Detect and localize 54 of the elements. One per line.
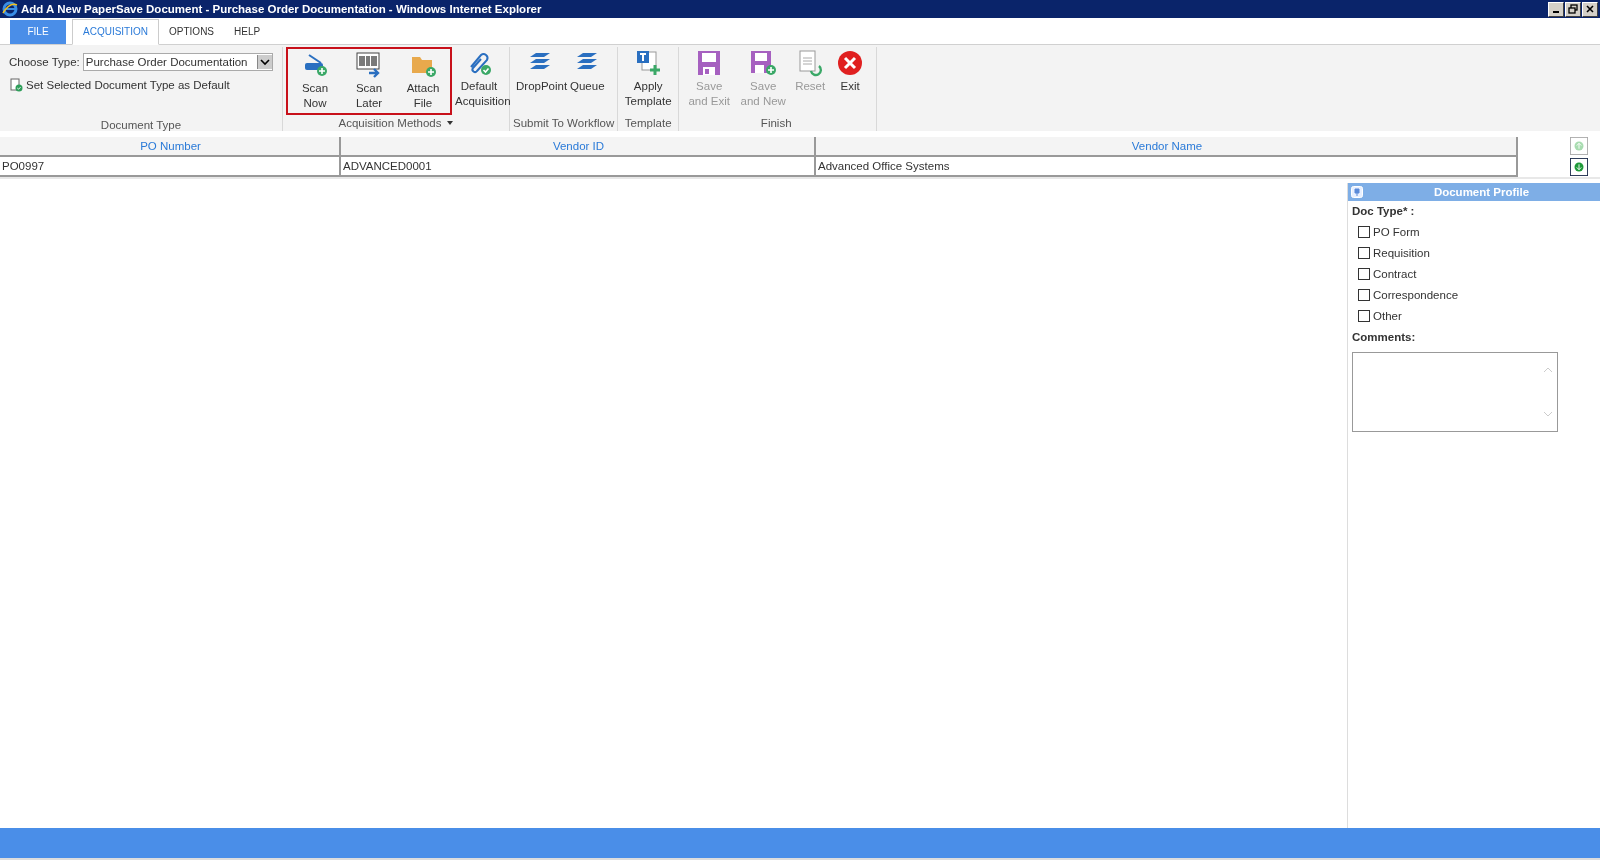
close-circle-icon — [836, 49, 865, 77]
checkbox-label: Requisition — [1373, 247, 1430, 259]
restore-icon — [1568, 4, 1578, 14]
comments-label: Comments: — [1352, 331, 1417, 343]
group-label: Document Type — [99, 119, 183, 131]
choose-type-label: Choose Type: — [9, 56, 80, 68]
ribbon-button[interactable]: Attach File — [396, 49, 450, 113]
set-default-link[interactable]: Set Selected Document Type as Default — [26, 79, 230, 91]
ribbon-button[interactable]: Scan Now — [288, 49, 342, 113]
checkbox-label: PO Form — [1373, 226, 1420, 238]
browser-logo-icon — [2, 1, 18, 17]
restore-button[interactable] — [1565, 1, 1581, 17]
doc-type-label: Doc Type* : — [1352, 205, 1416, 217]
pin-icon[interactable] — [1351, 186, 1363, 198]
column-header[interactable]: PO Number — [0, 137, 341, 155]
checkbox-label: Contract — [1373, 268, 1417, 280]
checkbox-label: Correspondence — [1373, 289, 1459, 301]
document-type-dropdown[interactable]: Purchase Order Documentation — [82, 53, 273, 71]
group-label: Finish — [760, 117, 792, 129]
move-down-button[interactable] — [1570, 158, 1588, 176]
group-label: Template — [624, 117, 672, 129]
checkbox[interactable] — [1358, 289, 1370, 301]
document-check-icon — [9, 78, 23, 92]
minimize-button[interactable] — [1548, 1, 1564, 17]
checkbox-label: Other — [1373, 310, 1402, 322]
checkbox[interactable] — [1358, 310, 1370, 322]
ribbon-button[interactable]: Exit — [830, 47, 871, 111]
table-cell: PO0997 — [0, 157, 341, 175]
group-label: Submit To Workflow — [513, 117, 615, 129]
group-label: Acquisition Methods — [338, 117, 442, 129]
panel-title: Document Profile — [1432, 186, 1531, 198]
checkbox[interactable] — [1358, 226, 1370, 238]
minimize-icon — [1553, 11, 1559, 13]
table-cell: ADVANCED0001 — [341, 157, 816, 175]
ribbon-button[interactable]: Apply Template — [621, 47, 676, 111]
close-button[interactable] — [1582, 1, 1598, 17]
ribbon-tab[interactable]: HELP — [224, 20, 271, 44]
column-header[interactable]: Vendor Name — [816, 137, 1518, 155]
ribbon-button[interactable]: DropPoint — [513, 47, 567, 96]
column-header[interactable]: Vendor ID — [341, 137, 816, 155]
template-icon — [634, 49, 663, 77]
barcode-icon — [355, 51, 383, 79]
close-icon — [1585, 4, 1595, 14]
floppy-disk-plus-icon — [749, 49, 778, 77]
ribbon-button[interactable]: Queue — [567, 47, 608, 96]
ribbon-tab[interactable]: OPTIONS — [159, 20, 225, 44]
window-title: Add A New PaperSave Document - Purchase Order Documentation - Windows Internet Explorer — [21, 3, 543, 15]
checkbox[interactable] — [1358, 247, 1370, 259]
dropdown-arrow-icon[interactable] — [447, 121, 454, 125]
ribbon-button[interactable]: Scan Later — [342, 49, 396, 113]
checkbox[interactable] — [1358, 268, 1370, 280]
document-refresh-icon — [796, 49, 825, 77]
table-cell: Advanced Office Systems — [816, 157, 1518, 175]
ribbon-tab[interactable]: ACQUISITION — [72, 19, 159, 45]
